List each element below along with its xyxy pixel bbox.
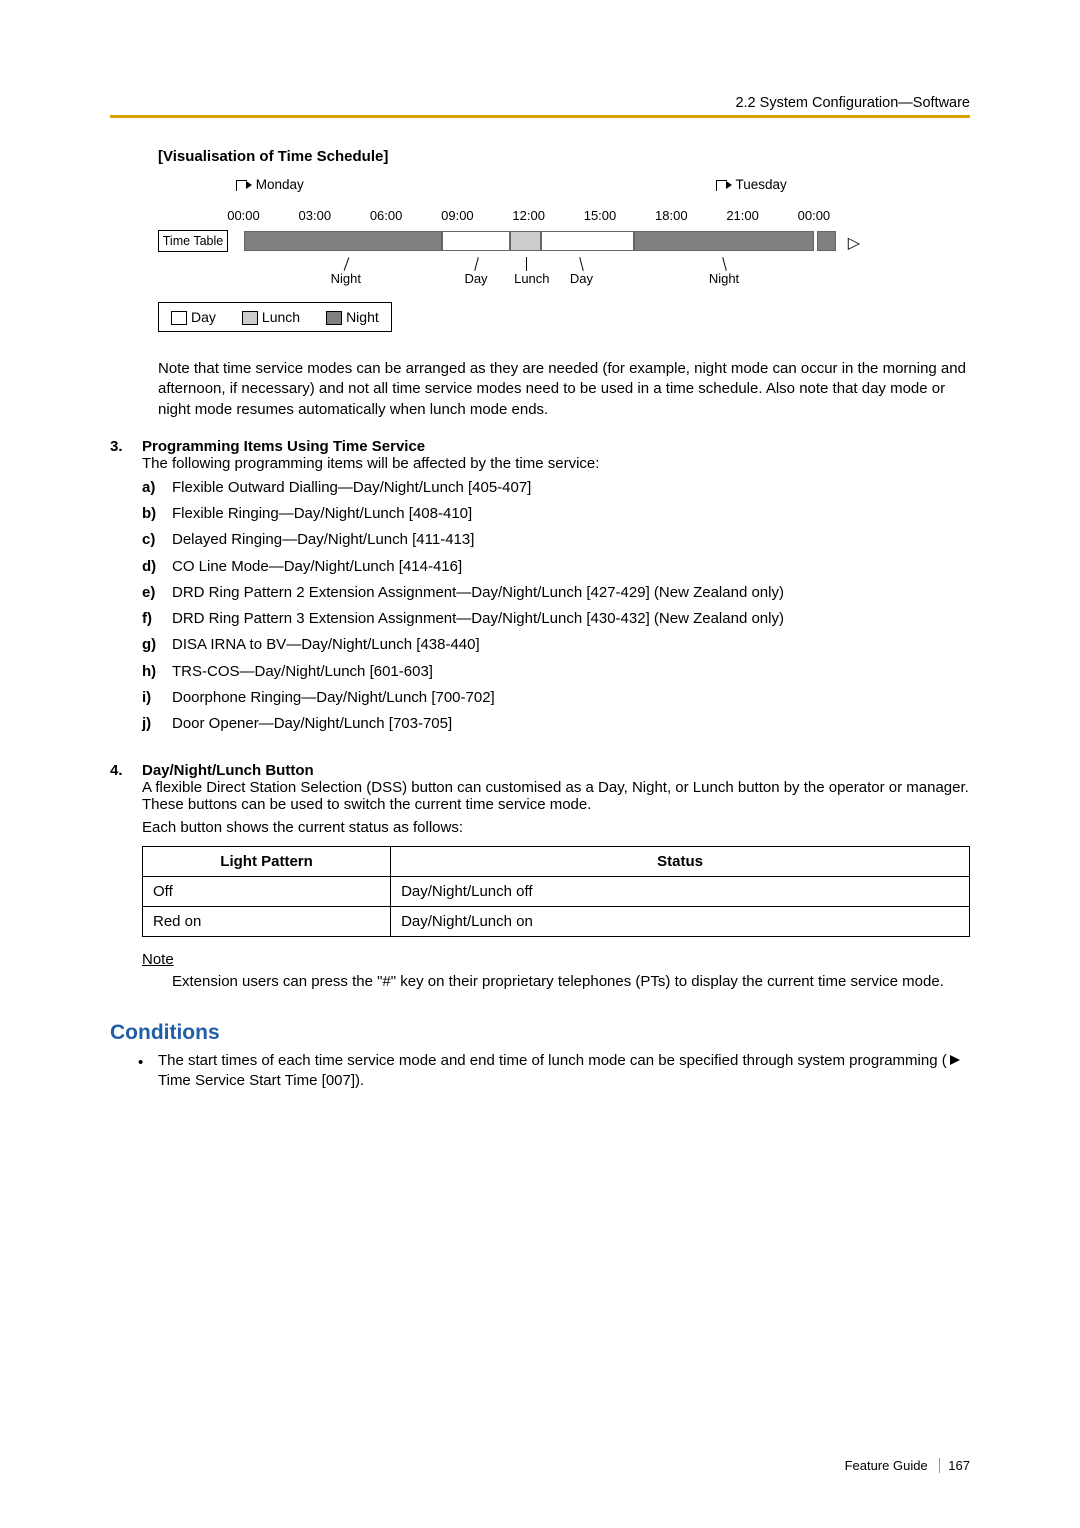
item4-p1: A flexible Direct Station Selection (DSS… [142,779,969,796]
visualisation-title: [Visualisation of Time Schedule] [158,148,970,165]
segment-next-night [817,231,836,251]
table-row: Red on Day/Night/Lunch on [143,907,970,937]
tuesday-label: Tuesday [736,177,787,192]
list-item-4: 4. Day/Night/Lunch Button A flexible Dir… [110,762,970,992]
conditions-heading: Conditions [110,1021,970,1045]
table-row: Off Day/Night/Lunch off [143,877,970,907]
status-table: Light Pattern Status Off Day/Night/Lunch… [142,846,970,937]
lunch-swatch-icon [242,311,258,325]
alpha-list: a)Flexible Outward Dialling—Day/Night/Lu… [142,478,970,735]
time-bar: ▷ [228,230,848,252]
item4-p2: These buttons can be used to switch the … [142,796,591,813]
bullet-icon: • [138,1053,143,1073]
note-label: Note [142,951,970,968]
segment-lunch [510,231,541,251]
day-swatch-icon [171,311,187,325]
segment-day-2 [541,231,634,251]
note-body: Extension users can press the "#" key on… [142,972,970,992]
arrow-right-icon [950,1055,960,1065]
segment-night-1 [244,231,442,251]
page-header: 2.2 System Configuration—Software [110,95,970,111]
monday-label: Monday [256,177,304,192]
th-light-pattern: Light Pattern [143,847,391,877]
th-status: Status [391,847,970,877]
continue-arrow-icon: ▷ [848,233,860,253]
item3-intro: The following programming items will be … [142,455,599,472]
list-item-3: 3. Programming Items Using Time Service … [110,438,970,735]
time-tick-row: 00:00 03:00 06:00 09:00 12:00 15:00 18:0… [228,208,848,228]
item4-title: Day/Night/Lunch Button [142,762,314,779]
time-table-box: Time Table [158,230,228,252]
segment-day-1 [442,231,510,251]
note-paragraph: Note that time service modes can be arra… [158,359,970,420]
night-swatch-icon [326,311,342,325]
segment-night-2 [634,231,814,251]
conditions-bullet: • The start times of each time service m… [110,1051,970,1092]
item4-p3: Each button shows the current status as … [142,819,463,836]
legend-box: Day Lunch Night [158,302,392,332]
item3-title: Programming Items Using Time Service [142,438,425,455]
page-footer: Feature Guide 167 [845,1458,970,1473]
time-schedule-diagram: Monday Tuesday 00:00 03:00 06:00 09:00 1… [158,177,848,347]
